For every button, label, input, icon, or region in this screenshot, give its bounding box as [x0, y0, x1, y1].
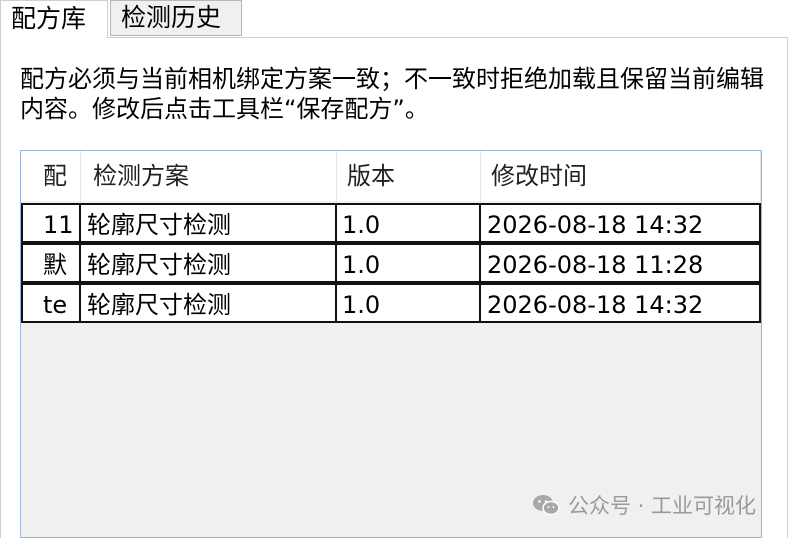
- watermark: 公众号 · 工业可视化: [532, 490, 756, 520]
- watermark-text: 公众号 · 工业可视化: [568, 494, 757, 518]
- table-header: 配 检测方案 版本 修改时间: [21, 151, 761, 201]
- column-header-name[interactable]: 配: [21, 151, 81, 201]
- table-row[interactable]: te 轮廓尺寸检测 1.0 2026-08-18 14:32: [21, 283, 761, 323]
- cell-scheme: 轮廓尺寸检测: [81, 243, 337, 283]
- cell-scheme: 轮廓尺寸检测: [81, 203, 337, 243]
- tab-inspection-history[interactable]: 检测历史: [110, 0, 242, 36]
- cell-name: 默: [21, 243, 81, 283]
- description-text: 配方必须与当前相机绑定方案一致；不一致时拒绝加载且保留当前编辑内容。修改后点击工…: [20, 65, 764, 123]
- tab-bar: 配方库 检测历史: [0, 0, 798, 38]
- cell-version: 1.0: [337, 283, 481, 323]
- cell-version: 1.0: [337, 243, 481, 283]
- table-row[interactable]: 默 轮廓尺寸检测 1.0 2026-08-18 11:28: [21, 243, 761, 283]
- cell-scheme: 轮廓尺寸检测: [81, 283, 337, 323]
- cell-name: te: [21, 283, 81, 323]
- cell-modified: 2026-08-18 14:32: [481, 283, 761, 323]
- tab-recipe-library[interactable]: 配方库: [0, 0, 108, 38]
- column-header-scheme[interactable]: 检测方案: [81, 151, 337, 201]
- column-header-modified[interactable]: 修改时间: [481, 151, 761, 201]
- cell-version: 1.0: [337, 203, 481, 243]
- table-row[interactable]: 11 轮廓尺寸检测 1.0 2026-08-18 14:32: [21, 203, 761, 243]
- column-header-version[interactable]: 版本: [337, 151, 481, 201]
- cell-modified: 2026-08-18 14:32: [481, 203, 761, 243]
- cell-name: 11: [21, 203, 81, 243]
- wechat-icon: [533, 495, 560, 516]
- cell-modified: 2026-08-18 11:28: [481, 243, 761, 283]
- recipe-table[interactable]: 配 检测方案 版本 修改时间 11 轮廓尺寸检测 1.0 2026-08-18 …: [20, 150, 762, 538]
